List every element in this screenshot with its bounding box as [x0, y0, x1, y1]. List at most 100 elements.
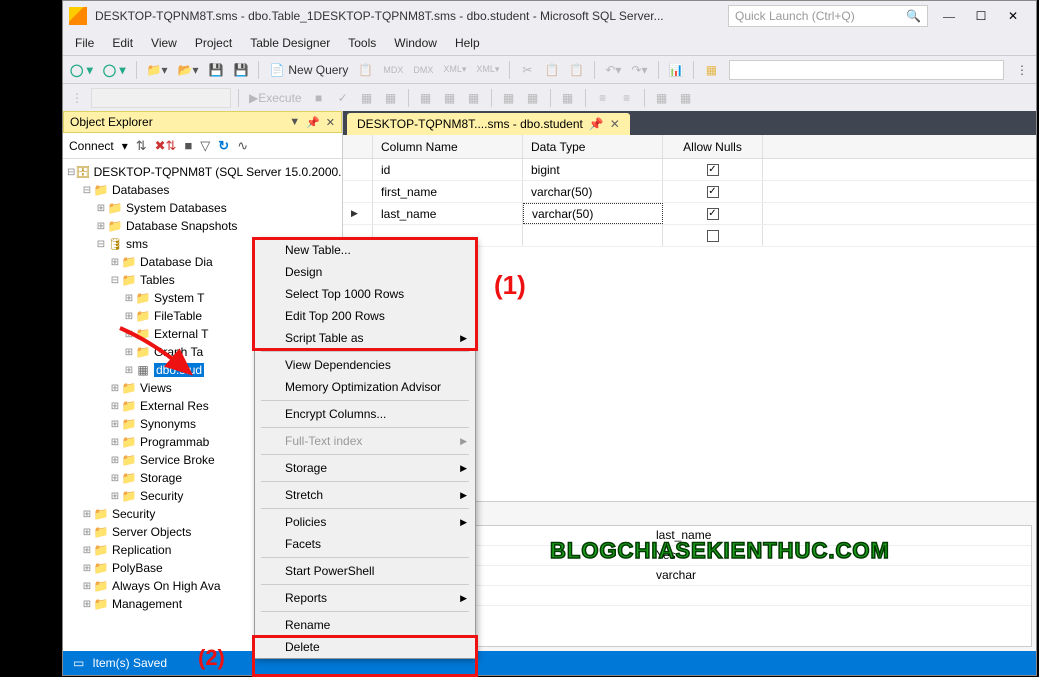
execute-button[interactable]: ▶ Execute [246, 87, 305, 109]
dmx-icon[interactable]: DMX [410, 59, 436, 81]
tab-student[interactable]: DESKTOP-TQPNM8T....sms - dbo.student 📌 ✕ [347, 113, 630, 135]
menu-file[interactable]: File [67, 33, 102, 53]
context-item[interactable]: Rename [255, 614, 475, 636]
t5[interactable]: ▦ [523, 87, 543, 109]
menu-help[interactable]: Help [447, 33, 488, 53]
tree-storage[interactable]: Storage [140, 471, 182, 485]
cut-button[interactable]: ✂ [517, 59, 537, 81]
context-item[interactable]: New Table... [255, 239, 475, 261]
cell-column-name[interactable]: first_name [373, 181, 523, 202]
outdent-icon[interactable]: ≡ [617, 87, 637, 109]
context-item[interactable]: Edit Top 200 Rows [255, 305, 475, 327]
pin-icon[interactable]: 📌 [306, 116, 320, 129]
checkbox-nulls[interactable]: ✓ [707, 164, 719, 176]
connect-icon[interactable]: ⇅ [136, 138, 147, 154]
tree-programmability[interactable]: Programmab [140, 435, 209, 449]
checkbox-nulls[interactable] [707, 230, 719, 242]
context-item[interactable]: Reports▶ [255, 587, 475, 609]
t4[interactable]: ▦ [499, 87, 519, 109]
filter-icon[interactable]: ▽ [200, 138, 210, 154]
t3[interactable]: ▦ [464, 87, 484, 109]
tree-polybase[interactable]: PolyBase [112, 561, 163, 575]
menu-view[interactable]: View [143, 33, 185, 53]
new-project-button[interactable]: 📁▾ [144, 59, 171, 81]
menu-project[interactable]: Project [187, 33, 240, 53]
layout-icon[interactable]: ▦ [701, 59, 721, 81]
minimize-button[interactable]: — [940, 9, 958, 24]
opts-icon[interactable]: ▦ [381, 87, 401, 109]
context-item[interactable]: Script Table as▶ [255, 327, 475, 349]
connect-button[interactable]: Connect [69, 139, 114, 153]
pin-tab-icon[interactable]: 📌 [589, 117, 604, 131]
tree-tables[interactable]: Tables [140, 273, 175, 287]
context-item[interactable]: Design [255, 261, 475, 283]
xmla-icon[interactable]: XML▾ [440, 59, 469, 81]
context-item[interactable]: View Dependencies [255, 354, 475, 376]
t7[interactable]: ▦ [652, 87, 672, 109]
tree-always-on[interactable]: Always On High Ava [112, 579, 221, 593]
open-button[interactable]: 📂▾ [175, 59, 202, 81]
cell-column-name[interactable]: last_name [373, 203, 523, 224]
tree-databases[interactable]: Databases [112, 183, 169, 197]
disconnect-icon[interactable]: ✖⇅ [155, 138, 177, 154]
tree-server-objects[interactable]: Server Objects [112, 525, 191, 539]
misc-icon[interactable]: 📊 [666, 59, 687, 81]
tree-system-databases[interactable]: System Databases [126, 201, 227, 215]
maximize-button[interactable]: ☐ [972, 9, 990, 24]
tree-management[interactable]: Management [112, 597, 182, 611]
indent-icon[interactable]: ≡ [593, 87, 613, 109]
t8[interactable]: ▦ [676, 87, 696, 109]
cell-data-type[interactable]: varchar(50) [523, 181, 663, 202]
cell-data-type[interactable]: varchar(50) [523, 203, 663, 224]
tree-service-broker[interactable]: Service Broke [140, 453, 215, 467]
context-item[interactable]: Start PowerShell [255, 560, 475, 582]
context-item[interactable]: Select Top 1000 Rows [255, 283, 475, 305]
context-item[interactable]: Full-Text index▶ [255, 430, 475, 452]
menu-tabledesigner[interactable]: Table Designer [242, 33, 338, 53]
designer-grid[interactable]: Column Name Data Type Allow Nulls id big… [343, 135, 1036, 247]
combobox-empty[interactable] [729, 60, 1004, 80]
t2[interactable]: ▦ [440, 87, 460, 109]
menu-window[interactable]: Window [386, 33, 445, 53]
t6[interactable]: ▦ [558, 87, 578, 109]
save-button[interactable]: 💾 [206, 59, 227, 81]
quick-launch-input[interactable]: Quick Launch (Ctrl+Q) 🔍 [728, 5, 928, 27]
copy-button[interactable]: 📋 [541, 59, 562, 81]
header-data-type[interactable]: Data Type [523, 135, 663, 158]
context-item[interactable]: Memory Optimization Advisor [255, 376, 475, 398]
undo-button[interactable]: ↶▾ [602, 59, 624, 81]
context-item[interactable]: Delete [255, 636, 475, 658]
nav-back-button[interactable]: ◯ ▾ [67, 59, 96, 81]
new-query-button[interactable]: New Query [266, 59, 351, 81]
tree-synonyms[interactable]: Synonyms [140, 417, 196, 431]
nav-forward-button[interactable]: ◯ ▾ [100, 59, 129, 81]
plan-icon[interactable]: ▦ [357, 87, 377, 109]
close-panel-icon[interactable]: ✕ [326, 116, 335, 129]
menu-edit[interactable]: Edit [104, 33, 141, 53]
stop-button[interactable]: ■ [309, 87, 329, 109]
tree-database-diagrams[interactable]: Database Dia [140, 255, 213, 269]
tree-db-security[interactable]: Security [140, 489, 183, 503]
tree-external-resources[interactable]: External Res [140, 399, 209, 413]
t1[interactable]: ▦ [416, 87, 436, 109]
dropdown-icon[interactable]: ▼ [289, 116, 300, 128]
tree-filetables[interactable]: FileTable [154, 309, 202, 323]
grid-row[interactable]: first_name varchar(50) ✓ [343, 181, 1036, 203]
overflow-icon[interactable]: ⋮ [1012, 59, 1032, 81]
tree-replication[interactable]: Replication [112, 543, 171, 557]
header-column-name[interactable]: Column Name [373, 135, 523, 158]
stop-icon[interactable]: ■ [184, 138, 192, 153]
xmla2-icon[interactable]: XML▾ [473, 59, 502, 81]
save-all-button[interactable]: 💾 [230, 59, 251, 81]
checkbox-nulls[interactable]: ✓ [707, 208, 719, 220]
refresh-icon[interactable]: ↻ [218, 138, 229, 154]
tree-db-sms[interactable]: sms [126, 237, 148, 251]
context-item[interactable]: Stretch▶ [255, 484, 475, 506]
parse-button[interactable]: ✓ [333, 87, 353, 109]
tree-snapshots[interactable]: Database Snapshots [126, 219, 237, 233]
close-button[interactable]: ✕ [1004, 9, 1022, 24]
tree-system-tables[interactable]: System T [154, 291, 204, 305]
pulse-icon[interactable]: ∿ [237, 138, 248, 154]
close-tab-icon[interactable]: ✕ [610, 117, 620, 131]
mdx-icon[interactable]: MDX [380, 59, 406, 81]
